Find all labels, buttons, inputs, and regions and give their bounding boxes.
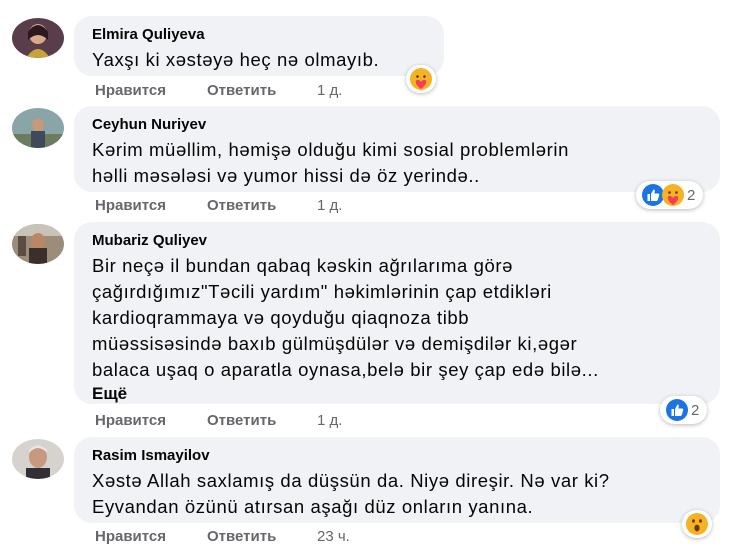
reactions-summary[interactable] xyxy=(406,65,436,93)
see-more-link[interactable]: Ещё xyxy=(92,383,702,405)
comment-text-line: Xəstə Allah saxlamış da düşsün da. Niyə … xyxy=(92,470,610,491)
comment-bubble: Mubariz Quliyev Bir neçə il bundan qabaq… xyxy=(74,222,720,404)
comment-text-line: müəssisəsində baxıb gülmüşdülər və demiş… xyxy=(92,333,578,354)
comment-actions: Нравится Ответить 23 ч. xyxy=(95,528,350,545)
reaction-count: 2 xyxy=(687,186,696,204)
reactions-summary[interactable]: 2 xyxy=(660,396,708,424)
avatar-image xyxy=(12,18,64,58)
comment-bubble: Rasim Ismayilov Xəstə Allah saxlamış da … xyxy=(74,437,720,523)
comment-timestamp[interactable]: 23 ч. xyxy=(317,528,350,545)
like-link[interactable]: Нравится xyxy=(95,412,207,429)
comment-actions: Нравится Ответить 1 д. xyxy=(95,412,342,429)
comment-text-line: Bir neçə il bundan qabaq kəskin ağrıları… xyxy=(92,255,514,276)
avatar-image xyxy=(12,439,64,479)
comment-actions: Нравится Ответить 1 д. xyxy=(95,82,342,99)
comment-bubble: Ceyhun Nuriyev Kərim müəllim, həmişə old… xyxy=(74,106,720,192)
comment-author[interactable]: Ceyhun Nuriyev xyxy=(92,116,702,134)
avatar[interactable] xyxy=(12,108,64,148)
reply-link[interactable]: Ответить xyxy=(207,197,317,214)
comment-author[interactable]: Mubariz Quliyev xyxy=(92,232,702,250)
reply-link[interactable]: Ответить xyxy=(207,528,317,545)
reactions-summary[interactable] xyxy=(682,510,712,538)
avatar-image xyxy=(12,108,64,148)
reply-link[interactable]: Ответить xyxy=(207,82,317,99)
comment-bubble: Elmira Quliyeva Yaxşı ki xəstəyə heç nə … xyxy=(74,16,444,76)
comment-author[interactable]: Elmira Quliyeva xyxy=(92,26,426,44)
comment-author[interactable]: Rasim Ismayilov xyxy=(92,447,702,465)
reply-link[interactable]: Ответить xyxy=(207,412,317,429)
avatar[interactable] xyxy=(12,439,64,479)
avatar[interactable] xyxy=(12,224,64,264)
comment-text-line: çağırdığımız"Təcili yardım" həkimlərinin… xyxy=(92,281,552,302)
comment-text-line: həlli məsələsi və yumor hissi də öz yeri… xyxy=(92,165,480,186)
like-link[interactable]: Нравится xyxy=(95,82,207,99)
wow-icon xyxy=(685,512,709,536)
comment-text-line: balaca uşaq o aparatla oynasa,belə bir ş… xyxy=(92,359,599,380)
like-icon xyxy=(665,398,689,422)
comment-actions: Нравится Ответить 1 д. xyxy=(95,197,342,214)
comment-text-line: Kərim müəllim, həmişə olduğu kimi sosial… xyxy=(92,139,569,160)
like-link[interactable]: Нравится xyxy=(95,528,207,545)
care-icon xyxy=(661,183,685,207)
comment-timestamp[interactable]: 1 д. xyxy=(317,82,342,99)
reaction-count: 2 xyxy=(691,401,700,419)
avatar[interactable] xyxy=(12,18,64,58)
reactions-summary[interactable]: 2 xyxy=(636,181,704,209)
avatar-image xyxy=(12,224,64,264)
comment-text-line: kardioqrammaya və qoyduğu qiaqnoza tibb xyxy=(92,307,470,328)
comment-timestamp[interactable]: 1 д. xyxy=(317,412,342,429)
care-icon xyxy=(409,67,433,91)
comment-text-line: Yaxşı ki xəstəyə heç nə olmayıb. xyxy=(92,49,380,70)
comment-timestamp[interactable]: 1 д. xyxy=(317,197,342,214)
like-link[interactable]: Нравится xyxy=(95,197,207,214)
comment-text-line: Eyvandan özünü atırsan aşağı düz onların… xyxy=(92,496,534,517)
